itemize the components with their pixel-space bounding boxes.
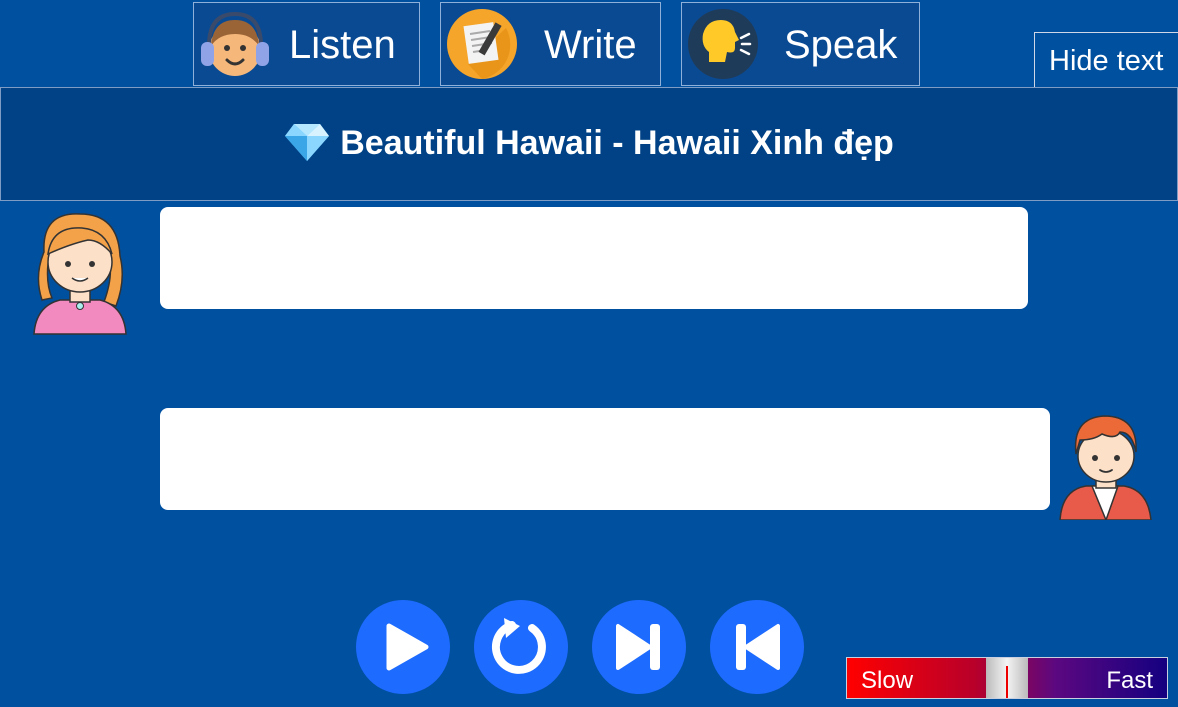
- play-button[interactable]: [356, 600, 450, 694]
- speed-slider-thumb[interactable]: [986, 658, 1028, 698]
- speaking-head-icon: [688, 9, 758, 79]
- skip-next-icon: [616, 624, 660, 670]
- replay-icon: [491, 618, 546, 674]
- tab-write[interactable]: Write: [440, 2, 661, 86]
- diamond-icon: [285, 124, 330, 162]
- lesson-title-wrap: Beautiful Hawaii - Hawaii Xinh đẹp: [1, 124, 1177, 163]
- lesson-title-bar: Beautiful Hawaii - Hawaii Xinh đẹp: [0, 87, 1178, 201]
- tab-write-label: Write: [544, 23, 637, 67]
- dialogue-bubble-girl: [160, 207, 1028, 309]
- tab-speak-label: Speak: [784, 23, 898, 67]
- speed-fast-label: Fast: [1106, 667, 1153, 694]
- speed-slow-label: Slow: [861, 667, 914, 694]
- skip-previous-icon: [736, 624, 780, 670]
- tab-speak[interactable]: Speak: [681, 2, 920, 86]
- girl-avatar: [33, 213, 127, 335]
- replay-button[interactable]: [474, 600, 568, 694]
- hide-text-button[interactable]: Hide text: [1034, 32, 1178, 88]
- speed-slider[interactable]: Slow Fast: [846, 657, 1168, 699]
- page-title: Beautiful Hawaii - Hawaii Xinh đẹp: [340, 124, 894, 162]
- previous-button[interactable]: [710, 600, 804, 694]
- next-button[interactable]: [592, 600, 686, 694]
- notepad-pencil-icon: [447, 9, 517, 79]
- tab-listen-label: Listen: [289, 23, 396, 67]
- headphones-kid-icon: [201, 11, 269, 76]
- boy-avatar: [1059, 415, 1152, 520]
- play-icon: [386, 623, 429, 671]
- tab-listen[interactable]: Listen: [193, 2, 420, 86]
- dialogue-bubble-boy: [160, 408, 1050, 510]
